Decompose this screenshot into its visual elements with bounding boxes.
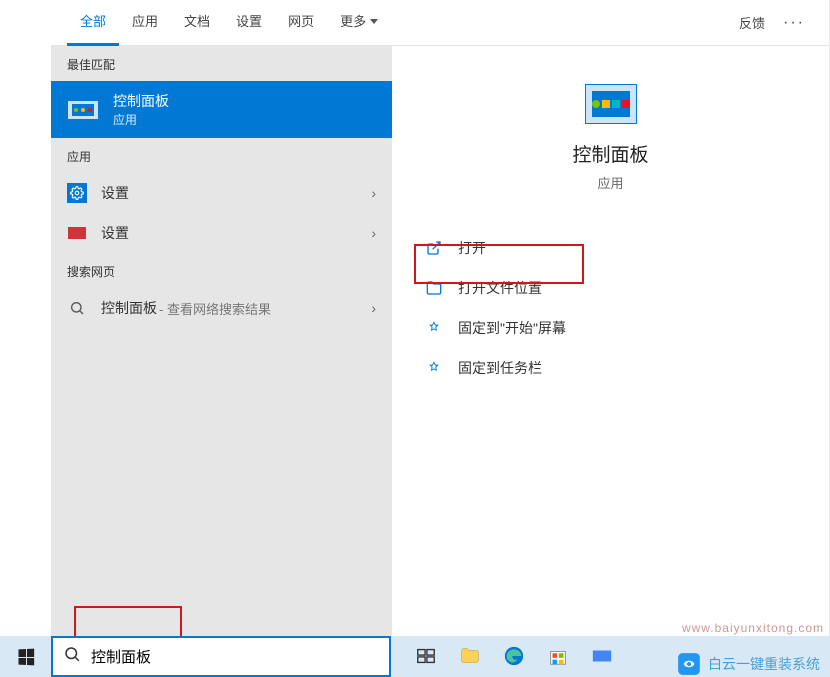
web-result-item[interactable]: 控制面板 - 查看网络搜索结果 › (51, 288, 392, 328)
tab-more[interactable]: 更多 (327, 0, 391, 46)
web-header: 搜索网页 (51, 253, 392, 288)
explorer-icon[interactable] (459, 645, 483, 669)
details-panel: 控制面板 应用 打开 打开文件位置 固定到"开始"屏幕 固定到任务栏 (392, 46, 829, 636)
tab-all[interactable]: 全部 (67, 0, 119, 46)
action-label: 固定到任务栏 (458, 358, 542, 378)
action-pin-start[interactable]: 固定到"开始"屏幕 (420, 308, 801, 348)
control-panel-icon-large (585, 84, 637, 124)
best-match-subtitle: 应用 (113, 111, 169, 128)
tab-apps[interactable]: 应用 (119, 0, 171, 46)
details-subtitle: 应用 (392, 173, 829, 192)
action-open[interactable]: 打开 (420, 228, 801, 268)
tabs-row: 全部 应用 文档 设置 网页 更多 反馈 ··· (51, 0, 829, 46)
taskbar-search-box[interactable] (51, 636, 391, 677)
tab-web[interactable]: 网页 (275, 0, 327, 46)
open-icon (426, 240, 444, 256)
best-match-header: 最佳匹配 (51, 46, 392, 81)
more-options-button[interactable]: ··· (775, 14, 813, 32)
feedback-link[interactable]: 反馈 (729, 13, 775, 32)
pin-icon (426, 320, 444, 336)
store-icon[interactable] (547, 645, 571, 669)
gear-icon (67, 183, 87, 203)
tab-settings[interactable]: 设置 (223, 0, 275, 46)
action-open-location[interactable]: 打开文件位置 (420, 268, 801, 308)
control-panel-icon (67, 100, 99, 120)
tab-docs[interactable]: 文档 (171, 0, 223, 46)
edge-icon[interactable] (503, 645, 527, 669)
task-view-icon[interactable] (415, 645, 439, 669)
folder-icon (426, 280, 444, 296)
watermark-url: www.baiyunxitong.com (682, 621, 824, 635)
windows-logo-icon (18, 648, 34, 665)
best-match-result[interactable]: 控制面板 应用 (51, 81, 392, 138)
chevron-right-icon: › (371, 300, 376, 316)
details-title: 控制面板 (392, 140, 829, 167)
action-label: 打开文件位置 (458, 278, 542, 298)
list-item-label: 设置 (101, 223, 129, 243)
search-icon (67, 298, 87, 318)
pin-icon (426, 360, 444, 376)
app-result-settings-1[interactable]: 设置 › (51, 173, 392, 213)
web-item-sub: - 查看网络搜索结果 (159, 299, 271, 318)
watermark-brand: 白云一键重装系统 (676, 651, 820, 677)
web-item-label: 控制面板 (101, 298, 157, 318)
start-button[interactable] (0, 636, 51, 677)
best-match-title: 控制面板 (113, 91, 169, 111)
search-icon (63, 645, 81, 668)
settings-red-icon (67, 223, 87, 243)
search-input[interactable] (91, 648, 379, 665)
action-label: 固定到"开始"屏幕 (458, 318, 566, 338)
chevron-right-icon: › (371, 225, 376, 241)
list-item-label: 设置 (101, 183, 129, 203)
action-label: 打开 (458, 238, 486, 258)
chevron-right-icon: › (371, 185, 376, 201)
results-left-column: 最佳匹配 控制面板 应用 应用 设置 › 设置 › 搜索网页 (51, 46, 392, 636)
app-result-settings-2[interactable]: 设置 › (51, 213, 392, 253)
chevron-down-icon (370, 19, 378, 24)
apps-header: 应用 (51, 138, 392, 173)
action-pin-taskbar[interactable]: 固定到任务栏 (420, 348, 801, 388)
app-icon[interactable] (591, 645, 615, 669)
